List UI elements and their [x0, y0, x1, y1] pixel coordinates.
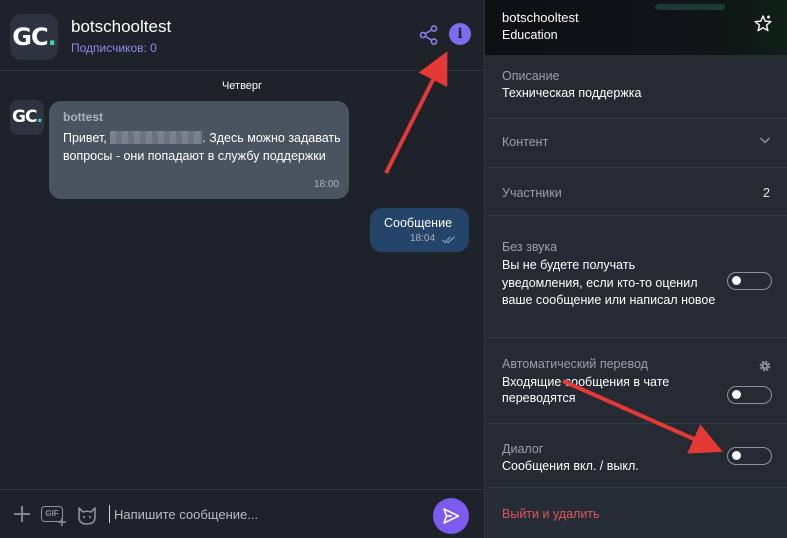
header-decoration	[655, 4, 725, 10]
subscribers-link[interactable]: Подписчиков: 0	[71, 41, 157, 55]
dialog-section: Диалог Сообщения вкл. / выкл.	[485, 424, 787, 488]
send-button[interactable]	[433, 498, 469, 534]
leave-and-delete-button[interactable]: Выйти и удалить	[502, 507, 600, 521]
message-sender: bottest	[63, 110, 103, 124]
channel-name: botschooltest	[502, 10, 579, 25]
chat-title[interactable]: botschooltest	[71, 17, 171, 37]
description-section: Описание Техническая поддержка	[485, 55, 787, 119]
dialog-label: Диалог	[502, 442, 544, 456]
participants-section[interactable]: Участники 2	[485, 168, 787, 216]
content-section[interactable]: Контент	[485, 119, 787, 168]
redacted-name	[110, 131, 203, 144]
chat-header: GC. botschooltest Подписчиков: 0 i	[0, 0, 484, 71]
participants-count: 2	[763, 186, 770, 200]
send-icon	[443, 508, 460, 524]
toggle-knob	[732, 276, 741, 285]
outgoing-message[interactable]: Сообщение 18:04	[370, 208, 469, 252]
mute-toggle[interactable]	[727, 272, 772, 290]
message-time: 18:00	[313, 179, 339, 190]
message-text: Сообщение	[384, 216, 453, 230]
message-input[interactable]	[114, 503, 414, 525]
dialog-toggle[interactable]	[727, 447, 772, 465]
description-value: Техническая поддержка	[502, 86, 642, 100]
chat-pane: GC. botschooltest Подписчиков: 0 i Четве…	[0, 0, 484, 538]
toggle-knob	[732, 451, 741, 460]
mute-description: Вы не будете получать уведомления, если …	[502, 258, 716, 307]
autotranslate-toggle[interactable]	[727, 386, 772, 404]
day-separator: Четверг	[221, 80, 263, 92]
chat-avatar[interactable]: GC.	[10, 14, 58, 60]
incoming-message[interactable]: bottest Привет, . Здесь можно задавать в…	[49, 101, 349, 199]
logo-dot: .	[36, 107, 43, 127]
content-label: Контент	[502, 135, 549, 149]
participants-label: Участники	[502, 186, 562, 200]
composer: GIF	[0, 489, 484, 538]
sender-avatar[interactable]: GC.	[10, 100, 44, 135]
share-icon[interactable]	[418, 24, 440, 46]
plus-icon[interactable]	[13, 505, 31, 523]
toggle-knob	[732, 390, 741, 399]
message-text-start: Привет,	[63, 131, 111, 145]
logo-text: GC	[12, 23, 48, 51]
autotranslate-section: Автоматический перевод Входящие сообщени…	[485, 338, 787, 424]
text-caret	[109, 505, 110, 523]
gif-plus-icon	[58, 518, 66, 526]
info-panel: botschooltest Education Описание Техниче…	[484, 0, 787, 538]
info-icon[interactable]: i	[449, 23, 471, 45]
channel-category: Education	[502, 28, 558, 42]
message-time: 18:04	[410, 233, 436, 244]
info-header: botschooltest Education	[485, 0, 787, 55]
star-icon[interactable]	[753, 14, 773, 34]
description-label: Описание	[502, 69, 560, 83]
sticker-icon[interactable]	[76, 503, 98, 527]
autotranslate-description: Входящие сообщения в чате переводятся	[502, 375, 670, 405]
logo-dot: .	[47, 23, 57, 51]
logo-text: GC	[12, 107, 37, 127]
autotranslate-label: Автоматический перевод	[502, 357, 648, 371]
mute-section: Без звука Вы не будете получать уведомле…	[485, 216, 787, 338]
gear-icon[interactable]	[758, 359, 772, 373]
mute-label: Без звука	[502, 240, 558, 254]
dialog-description: Сообщения вкл. / выкл.	[502, 459, 639, 473]
message-text: Привет, . Здесь можно задавать вопросы -…	[63, 129, 341, 165]
double-check-icon	[442, 236, 455, 244]
chevron-down-icon[interactable]	[759, 134, 771, 146]
